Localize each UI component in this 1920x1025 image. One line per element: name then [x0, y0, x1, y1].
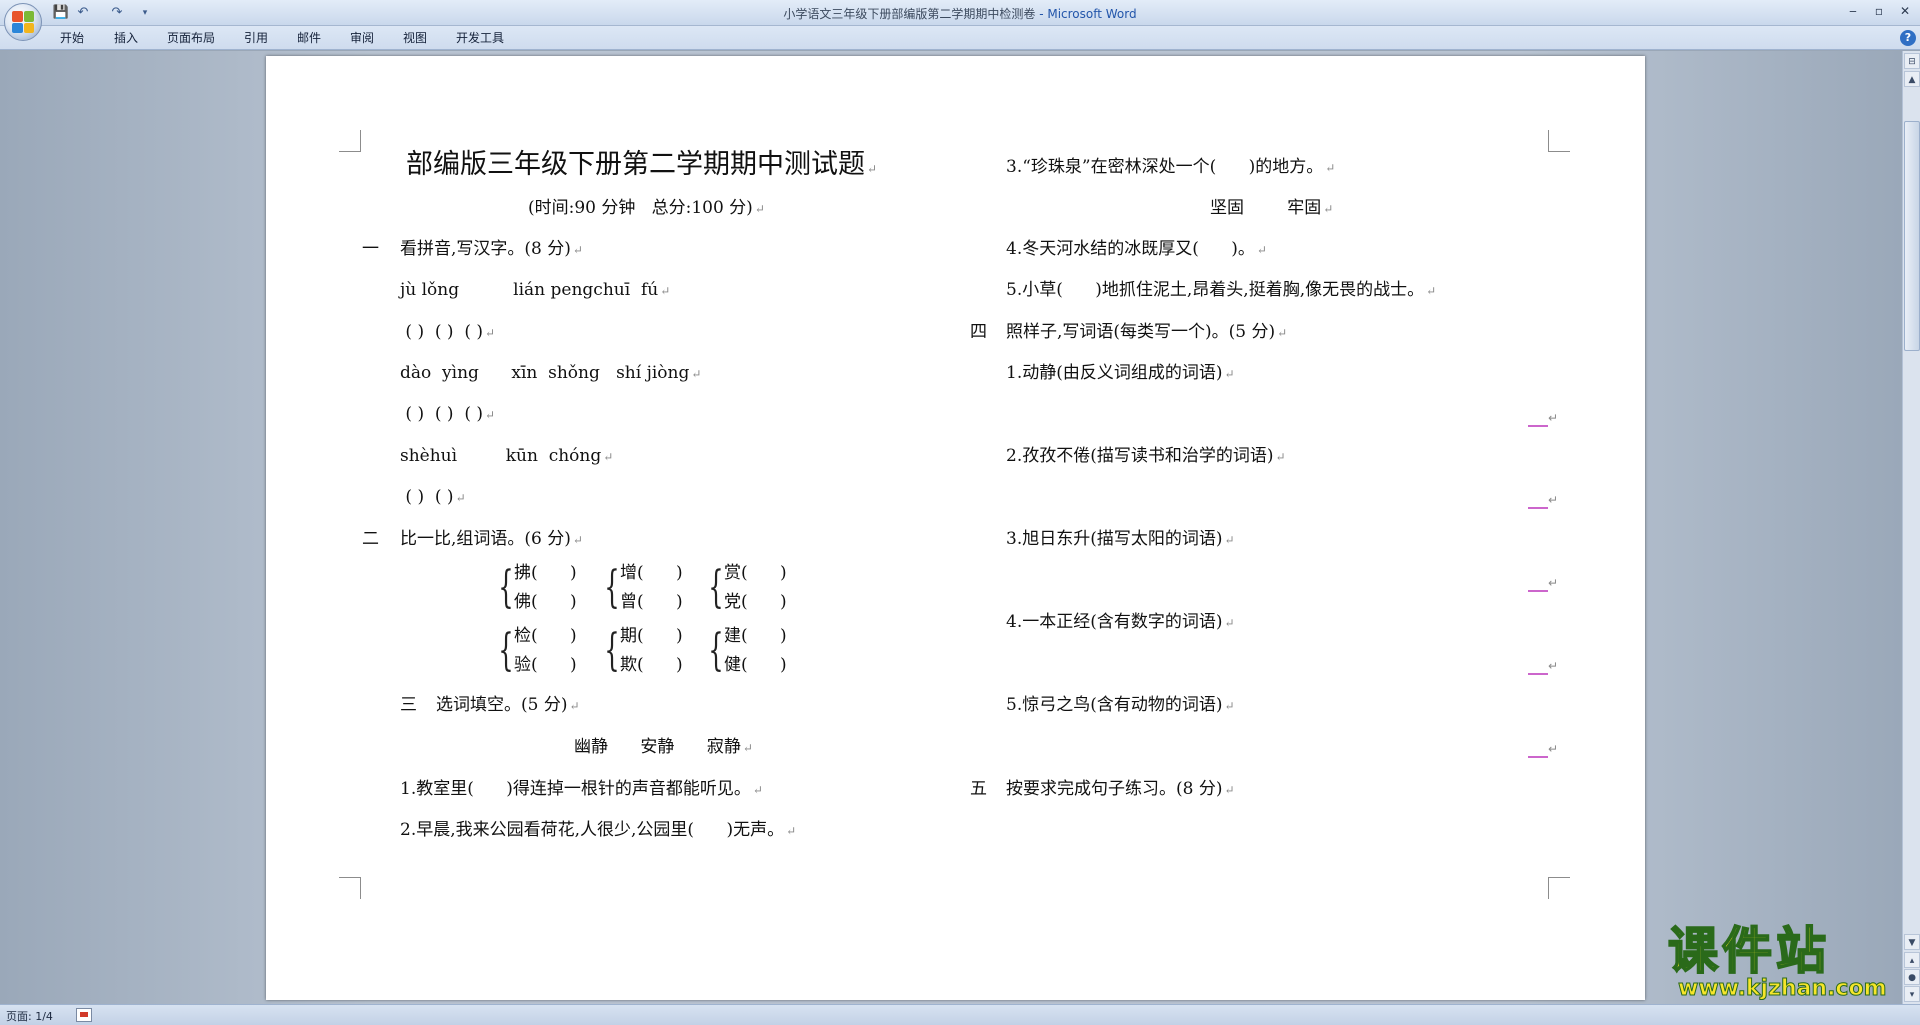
compare-pair: { 赏( ) 党( ): [708, 562, 787, 613]
minimize-icon[interactable]: ‒: [1840, 2, 1866, 20]
document-workspace: 部编版三年级下册第二学期期中测试题 ↵ (时间:90 分钟 总分:100 分) ↵ …: [0, 51, 1902, 1004]
section-1-heading: 看拼音,写汉字。(8 分) ↵: [400, 239, 583, 259]
vertical-scrollbar[interactable]: ⊟ ▲ ▼ ▴ ● ▾: [1902, 51, 1920, 1004]
app-name: Microsoft Word: [1047, 7, 1137, 21]
exam-title: 部编版三年级下册第二学期期中测试题 ↵: [406, 149, 878, 180]
crop-mark: [1548, 130, 1570, 152]
office-button[interactable]: [4, 3, 42, 41]
document-name: 小学语文三年级下册部编版第二学期期中检测卷: [783, 7, 1036, 21]
word-choices: 坚固 牢固 ↵: [1210, 198, 1334, 218]
scroll-thumb[interactable]: [1904, 121, 1920, 351]
fill-question-3: 3.“珍珠泉”在密林深处一个( )的地方。 ↵: [1006, 157, 1336, 177]
scroll-up-icon[interactable]: ▲: [1904, 71, 1920, 87]
tab-review[interactable]: 审阅: [350, 30, 374, 46]
section-3-heading: 选词填空。(5 分) ↵: [436, 695, 580, 715]
fill-question-5: 5.小草( )地抓住泥土,昂着头,挺着胸,像无畏的战士。 ↵: [1006, 280, 1437, 300]
page-count-status[interactable]: 页面: 1/4: [6, 1008, 53, 1024]
section-4-number: 四: [970, 322, 987, 342]
answer-line[interactable]: [1528, 673, 1548, 675]
paragraph-mark: ↵: [1548, 659, 1559, 673]
answer-line[interactable]: [1528, 756, 1548, 758]
fill-question-4: 4.冬天河水结的冰既厚又( )。 ↵: [1006, 239, 1267, 259]
word-example-2: 2.孜孜不倦(描写读书和治学的词语) ↵: [1006, 446, 1286, 466]
compare-pair: { 增( ) 曾( ): [604, 562, 683, 613]
pinyin-line: jù lǒng lián pengchuī fú ↵: [400, 280, 671, 300]
paragraph-mark: ↵: [1548, 493, 1559, 507]
brace-icon: {: [498, 625, 514, 676]
tab-insert[interactable]: 插入: [114, 30, 138, 46]
tab-mailings[interactable]: 邮件: [297, 30, 321, 46]
paragraph-mark: ↵: [1548, 576, 1559, 590]
close-icon[interactable]: ✕: [1892, 2, 1918, 20]
restore-icon[interactable]: ▫: [1866, 2, 1892, 20]
word-example-4: 4.一本正经(含有数字的词语) ↵: [1006, 612, 1235, 632]
help-icon[interactable]: ?: [1900, 30, 1916, 46]
tab-home[interactable]: 开始: [60, 30, 84, 46]
exam-subtitle: (时间:90 分钟 总分:100 分) ↵: [528, 198, 765, 218]
document-page[interactable]: 部编版三年级下册第二学期期中测试题 ↵ (时间:90 分钟 总分:100 分) ↵ …: [266, 56, 1645, 1000]
section-3-number: 三: [400, 695, 417, 715]
crop-mark: [1548, 877, 1570, 899]
word-example-5: 5.惊弓之鸟(含有动物的词语) ↵: [1006, 695, 1235, 715]
status-bar: 页面: 1/4: [0, 1004, 1920, 1025]
tab-view[interactable]: 视图: [403, 30, 427, 46]
tab-references[interactable]: 引用: [244, 30, 268, 46]
proofing-error-icon[interactable]: [76, 1008, 92, 1022]
window-title: 小学语文三年级下册部编版第二学期期中检测卷 - Microsoft Word: [0, 5, 1920, 22]
tab-developer[interactable]: 开发工具: [456, 30, 504, 46]
paragraph-mark: ↵: [1548, 411, 1559, 425]
paragraph-mark: ↵: [1548, 742, 1559, 756]
word-example-1: 1.动静(由反义词组成的词语) ↵: [1006, 363, 1235, 383]
answer-line[interactable]: [1528, 590, 1548, 592]
ruler-toggle-icon[interactable]: ⊟: [1904, 53, 1920, 69]
answer-line[interactable]: [1528, 507, 1548, 509]
compare-pair: { 建( ) 健( ): [708, 625, 787, 676]
answer-blanks[interactable]: ( ) ( ) ( ) ↵: [400, 403, 495, 426]
word-choices: 幽静 安静 寂静 ↵: [574, 737, 753, 757]
tab-page-layout[interactable]: 页面布局: [167, 30, 215, 46]
brace-icon: {: [708, 562, 724, 613]
fill-question-1: 1.教室里( )得连掉一根针的声音都能听见。 ↵: [400, 779, 763, 799]
word-example-3: 3.旭日东升(描写太阳的词语) ↵: [1006, 529, 1235, 549]
answer-blanks[interactable]: ( ) ( ) ( ) ↵: [400, 321, 495, 344]
watermark-url: www.kjzhan.com: [1678, 976, 1888, 1002]
title-bar: 💾 ↶ ↷ ▾ 小学语文三年级下册部编版第二学期期中检测卷 - Microsof…: [0, 0, 1920, 41]
title-separator: -: [1035, 7, 1048, 21]
crop-mark: [339, 877, 361, 899]
office-logo-icon: [12, 11, 34, 33]
answer-line[interactable]: [1528, 425, 1548, 427]
fill-question-2: 2.早晨,我来公园看荷花,人很少,公园里( )无声。 ↵: [400, 820, 797, 840]
pinyin-line: dào yìng xīn shǒng shí jiòng ↵: [400, 363, 702, 383]
brace-icon: {: [604, 625, 620, 676]
pinyin-line: shèhuì kūn chóng ↵: [400, 446, 614, 466]
answer-blanks[interactable]: ( ) ( ) ↵: [400, 486, 465, 509]
site-watermark: 课件站 www.kjzhan.com: [1667, 922, 1908, 1002]
brace-icon: {: [604, 562, 620, 613]
ribbon-tab-bar: 开始 插入 页面布局 引用 邮件 审阅 视图 开发工具 ?: [0, 26, 1920, 50]
section-5-heading: 按要求完成句子练习。(8 分) ↵: [1006, 779, 1235, 799]
compare-pair: { 检( ) 验( ): [498, 625, 577, 676]
section-5-number: 五: [970, 779, 987, 799]
section-1-number: 一: [362, 239, 379, 259]
brace-icon: {: [498, 562, 514, 613]
section-4-heading: 照样子,写词语(每类写一个)。(5 分) ↵: [1006, 322, 1288, 342]
compare-pair: { 期( ) 欺( ): [604, 625, 683, 676]
crop-mark: [339, 130, 361, 152]
section-2-number: 二: [362, 529, 379, 549]
section-2-heading: 比一比,组词语。(6 分) ↵: [400, 529, 583, 549]
compare-pair: { 拂( ) 佛( ): [498, 562, 577, 613]
watermark-logo: 课件站: [1667, 922, 1830, 980]
brace-icon: {: [708, 625, 724, 676]
